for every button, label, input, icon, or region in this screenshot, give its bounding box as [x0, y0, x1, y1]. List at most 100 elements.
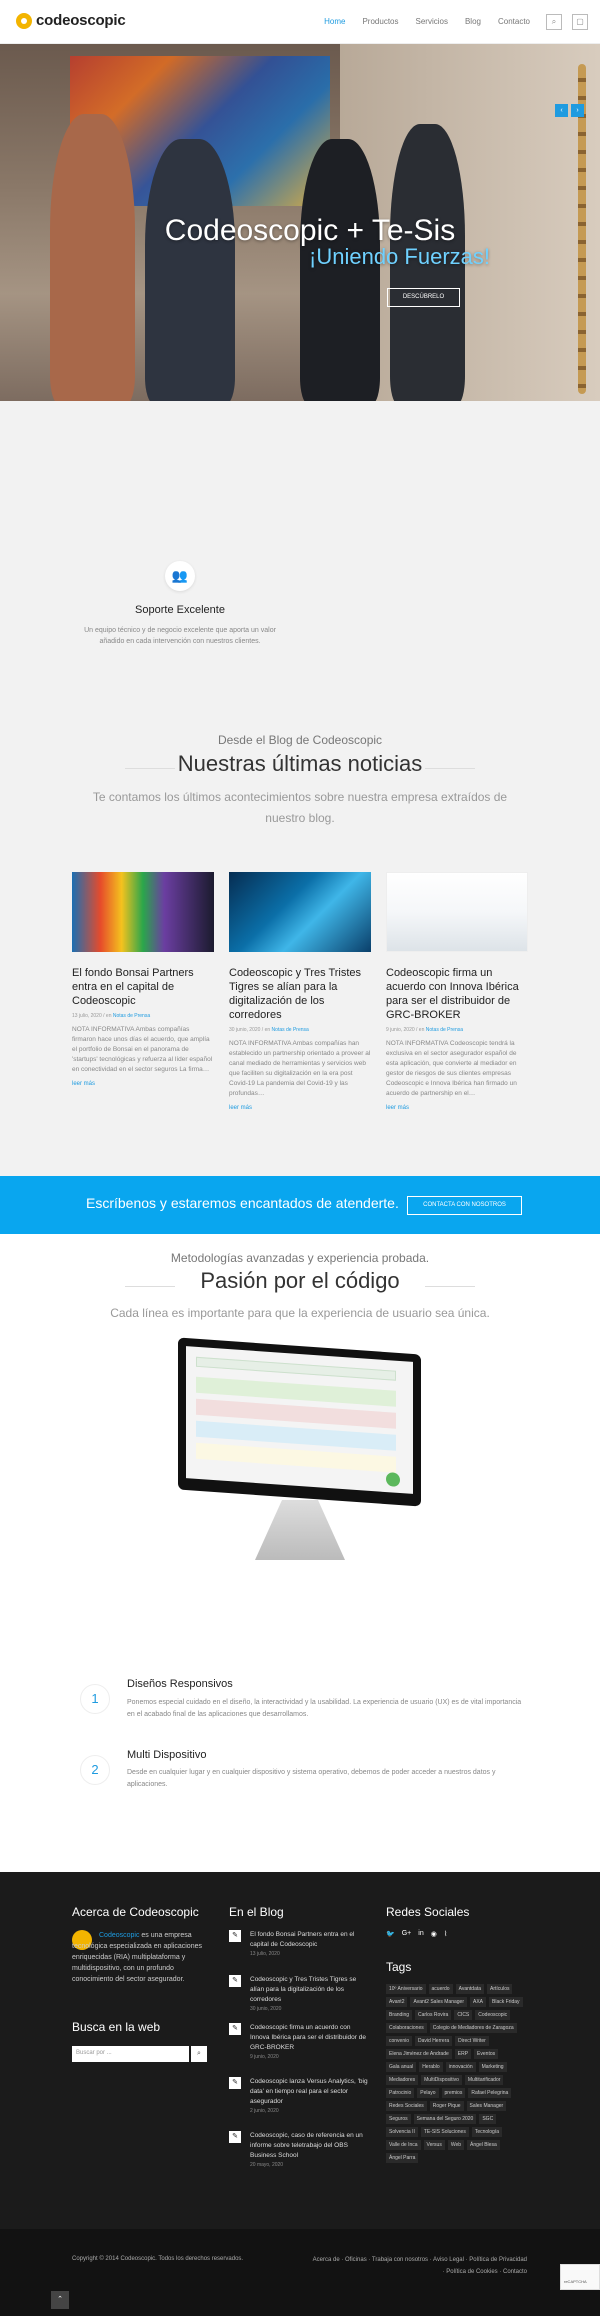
tag-link[interactable]: Mediadores — [386, 2075, 419, 2085]
search-icon[interactable]: ⌕ — [191, 2046, 207, 2062]
hero-button[interactable]: DESCÚBRELO — [387, 288, 460, 307]
tag-link[interactable]: Marketing — [478, 2062, 507, 2072]
footer-post-title[interactable]: Codeoscopic, caso de referencia en un in… — [229, 2131, 369, 2161]
github-icon[interactable]: ◉ — [431, 1930, 437, 1938]
bag-icon[interactable]: ▢ — [572, 14, 588, 30]
nav-home[interactable]: Home — [324, 17, 345, 26]
post-date: 9 junio, 2020 — [386, 1027, 415, 1033]
twitter-icon[interactable]: 🐦 — [386, 1930, 395, 1938]
post-thumbnail[interactable] — [229, 872, 371, 952]
tag-link[interactable]: Seguros — [386, 2114, 411, 2124]
tag-link[interactable]: Rafael Pelegrina — [468, 2088, 512, 2098]
bottom-bar: Copyright © 2014 Codeoscopic. Todos los … — [0, 2229, 600, 2316]
tag-link[interactable]: Patrocinio — [386, 2088, 415, 2098]
footer-post-date: 9 junio, 2020 — [250, 2054, 279, 2060]
site-logo[interactable]: codeoscopic — [16, 12, 126, 29]
footer-post[interactable]: ✎ Codeoscopic, caso de referencia en un … — [229, 2131, 369, 2168]
footer-search-input[interactable]: Buscar por ... — [72, 2046, 189, 2062]
tag-link[interactable]: Redes Sociales — [386, 2101, 427, 2111]
footer-tags-title: Tags — [386, 1960, 412, 1974]
footer-post-title[interactable]: Codeoscopic firma un acuerdo con Innova … — [229, 2023, 369, 2053]
tag-link[interactable]: Semana del Seguro 2020 — [413, 2114, 477, 2124]
footer-post[interactable]: ✎ Codeoscopic y Tres Tristes Tigres se a… — [229, 1975, 369, 2012]
tag-link[interactable]: David Herrera — [415, 2036, 453, 2046]
prev-arrow-icon[interactable]: ‹ — [555, 104, 568, 117]
nav-blog[interactable]: Blog — [465, 17, 481, 26]
tag-link[interactable]: Elena Jiménez de Andrade — [386, 2049, 452, 2059]
tag-link[interactable]: Eventos — [474, 2049, 499, 2059]
tag-link[interactable]: Direct Writer — [455, 2036, 489, 2046]
footer-post-title[interactable]: El fondo Bonsai Partners entra en el cap… — [229, 1930, 369, 1950]
tag-link[interactable]: Ángel Parra — [386, 2153, 419, 2163]
nav-servicios[interactable]: Servicios — [416, 17, 448, 26]
tag-link[interactable]: convenio — [386, 2036, 413, 2046]
tag-link[interactable]: premios — [441, 2088, 466, 2098]
tag-link[interactable]: Branding — [386, 2010, 413, 2020]
tag-link[interactable]: ERP — [454, 2049, 472, 2059]
post-title[interactable]: Codeoscopic y Tres Tristes Tigres se alí… — [229, 966, 371, 1022]
post-title[interactable]: El fondo Bonsai Partners entra en el cap… — [72, 966, 214, 1008]
tag-link[interactable]: Black Friday — [489, 1997, 523, 2007]
tag-link[interactable]: Herablo — [419, 2062, 443, 2072]
rss-icon[interactable]: ⌇ — [444, 1930, 447, 1938]
tag-link[interactable]: Ángel Blesa — [467, 2140, 500, 2150]
post-category[interactable]: Notas de Prensa — [426, 1027, 463, 1033]
tag-link[interactable]: Avant2 Sales Manager — [410, 1997, 467, 2007]
tag-link[interactable]: acuerdo — [428, 1984, 453, 1994]
footer-post[interactable]: ✎ Codeoscopic lanza Versus Analytics, 'b… — [229, 2077, 369, 2114]
post-thumbnail[interactable] — [386, 872, 528, 952]
post-category[interactable]: Notas de Prensa — [272, 1027, 309, 1033]
tag-link[interactable]: TE-SIS Soluciones — [420, 2127, 469, 2137]
tag-link[interactable]: Colegio de Mediadores de Zaragoza — [429, 2023, 517, 2033]
tag-link[interactable]: SGC — [479, 2114, 497, 2124]
tag-link[interactable]: Artículos — [487, 1984, 513, 1994]
blog-card: Codeoscopic firma un acuerdo con Innova … — [386, 872, 528, 1111]
tag-link[interactable]: Multitarificador — [464, 2075, 504, 2085]
tag-link[interactable]: 10º Aniversario — [386, 1984, 426, 1994]
footer-about-text: Codeoscopic es una empresa tecnológica e… — [72, 1930, 212, 1985]
tag-link[interactable]: Web — [447, 2140, 465, 2150]
tag-link[interactable]: MultiDispositivo — [421, 2075, 462, 2085]
tag-link[interactable]: Roger Pique — [429, 2101, 464, 2111]
tag-link[interactable]: Avantdata — [455, 1984, 485, 1994]
tag-link[interactable]: innovación — [445, 2062, 476, 2072]
recaptcha-badge[interactable]: reCAPTCHA — [560, 2264, 600, 2290]
read-more-link[interactable]: leer más — [386, 1105, 528, 1111]
tag-link[interactable]: Colaboraciones — [386, 2023, 427, 2033]
pencil-icon: ✎ — [229, 2023, 241, 2035]
tag-link[interactable]: AXA — [469, 1997, 486, 2007]
back-to-top-icon[interactable]: ⌃ — [51, 2291, 69, 2309]
post-category[interactable]: Notas de Prensa — [113, 1013, 150, 1019]
footer-post[interactable]: ✎ El fondo Bonsai Partners entra en el c… — [229, 1930, 369, 1957]
search-icon[interactable]: ⌕ — [546, 14, 562, 30]
footer-post-title[interactable]: Codeoscopic y Tres Tristes Tigres se alí… — [229, 1975, 369, 2005]
blog-card: Codeoscopic y Tres Tristes Tigres se alí… — [229, 872, 371, 1111]
tag-link[interactable]: Gala anual — [386, 2062, 417, 2072]
read-more-link[interactable]: leer más — [72, 1081, 214, 1087]
footer-post[interactable]: ✎ Codeoscopic firma un acuerdo con Innov… — [229, 2023, 369, 2060]
tag-link[interactable]: Avant2 — [386, 1997, 408, 2007]
tag-link[interactable]: Sales Manager — [466, 2101, 507, 2111]
google-plus-icon[interactable]: G+ — [402, 1930, 412, 1938]
nav-productos[interactable]: Productos — [362, 17, 398, 26]
footer-post-title[interactable]: Codeoscopic lanza Versus Analytics, 'big… — [229, 2077, 369, 2107]
tag-link[interactable]: Solvencia II — [386, 2127, 418, 2137]
tag-link[interactable]: Versus — [423, 2140, 445, 2150]
tag-link[interactable]: Tecnología — [471, 2127, 503, 2137]
tag-link[interactable]: Carlos Rovira — [415, 2010, 452, 2020]
tag-link[interactable]: Pelayo — [417, 2088, 439, 2098]
post-title[interactable]: Codeoscopic firma un acuerdo con Innova … — [386, 966, 528, 1022]
footer-about-link[interactable]: Codeoscopic — [99, 1932, 139, 1939]
nav-contacto[interactable]: Contacto — [498, 17, 530, 26]
linkedin-icon[interactable]: in — [418, 1930, 423, 1938]
next-arrow-icon[interactable]: › — [571, 104, 584, 117]
support-text: Un equipo técnico y de negocio excelente… — [84, 627, 276, 645]
post-thumbnail[interactable] — [72, 872, 214, 952]
footer-about-title: Acerca de Codeoscopic — [72, 1905, 199, 1919]
contact-button[interactable]: CONTACTA CON NOSOTROS — [407, 1196, 522, 1215]
tag-link[interactable]: Valle de Inca — [386, 2140, 421, 2150]
footer-links[interactable]: Acerca de · Oficinas · Trabaja con nosot… — [312, 2254, 527, 2278]
tag-link[interactable]: CICS — [454, 2010, 473, 2020]
tag-link[interactable]: Codeoscopic — [475, 2010, 511, 2020]
read-more-link[interactable]: leer más — [229, 1105, 371, 1111]
